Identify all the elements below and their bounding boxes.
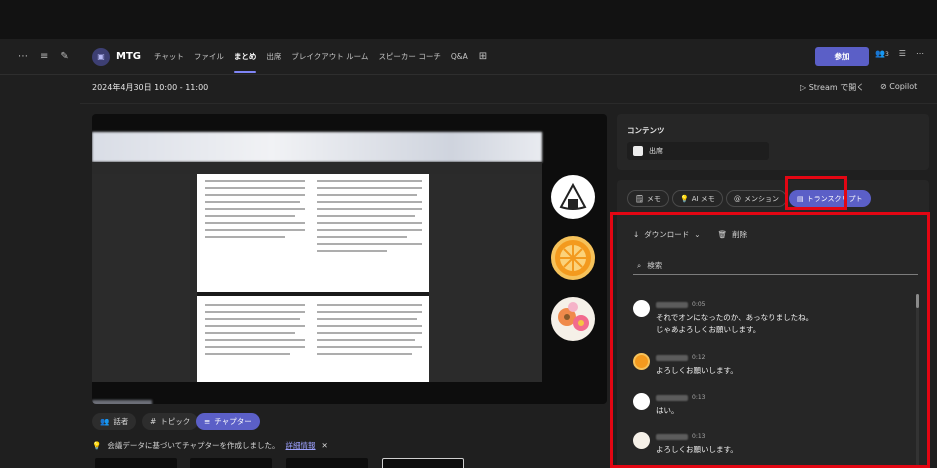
blurred-window-bar xyxy=(92,132,542,162)
highlight-box xyxy=(785,176,847,210)
copilot-icon: ⊘ xyxy=(880,82,890,91)
stream-open-link[interactable]: ▷ Stream で開く xyxy=(800,82,864,93)
content-panel: コンテンツ 出席 xyxy=(617,114,929,170)
content-title: コンテンツ xyxy=(627,126,665,135)
shared-screen xyxy=(92,132,542,404)
copilot-button[interactable]: ⊘ Copilot xyxy=(880,82,917,91)
lightbulb-icon: 💡 xyxy=(680,194,689,203)
chapter-thumbnail[interactable] xyxy=(95,458,177,468)
recording-player[interactable] xyxy=(92,114,607,404)
highlight-box xyxy=(610,212,930,468)
lightbulb-icon: 💡 xyxy=(92,441,102,450)
pdf-margin-right xyxy=(429,174,542,382)
attendance-file[interactable]: 出席 xyxy=(627,142,769,160)
at-icon: @ xyxy=(734,194,741,203)
participant-count: 3 xyxy=(884,51,889,58)
participant-avatar xyxy=(551,297,595,341)
document-icon xyxy=(633,146,643,156)
ellipsis-icon[interactable]: ⋯ xyxy=(916,49,924,58)
tab-breakout-rooms[interactable]: ブレイクアウト ルーム xyxy=(286,39,373,75)
stream-icon: ▷ xyxy=(800,83,809,92)
tab-chat[interactable]: チャット xyxy=(149,39,189,75)
participant-avatar xyxy=(551,236,595,280)
blurred-caption xyxy=(92,400,152,404)
tab-notes[interactable]: 🗒 メモ xyxy=(627,190,669,207)
list-icon: ≡ xyxy=(204,417,211,426)
tab-qa[interactable]: Q&A xyxy=(446,39,473,75)
chapter-notice: 💡 会議データに基づいてチャプターを作成しました。 詳細情報 ✕ xyxy=(92,440,328,451)
join-button[interactable]: 参加 xyxy=(815,47,869,66)
chip-topics[interactable]: # トピック xyxy=(142,413,199,430)
document-page xyxy=(197,296,429,382)
filter-icon[interactable]: ≡ xyxy=(40,51,48,62)
participant-avatar xyxy=(551,175,595,219)
list-icon[interactable]: ☰ xyxy=(899,49,906,58)
left-tools: ⋯ ≡ ✎ xyxy=(0,51,84,62)
meeting-title: MTG xyxy=(116,51,141,62)
close-icon[interactable]: ✕ xyxy=(322,441,328,450)
divider xyxy=(80,103,937,104)
meeting-tabs: チャット ファイル まとめ 出席 ブレイクアウト ルーム スピーカー コーチ Q… xyxy=(149,39,493,75)
header-actions: 👥3 ☰ ⋯ xyxy=(875,49,924,58)
chip-chapters[interactable]: ≡ チャプター xyxy=(196,413,260,430)
people-icon: 👥 xyxy=(100,417,110,426)
tab-recap[interactable]: まとめ xyxy=(229,39,262,75)
pdf-toolbar xyxy=(92,162,542,174)
pdf-margin-left xyxy=(92,174,197,382)
chapter-thumbnail[interactable] xyxy=(190,458,272,468)
chapter-thumbnail[interactable] xyxy=(286,458,368,468)
tab-files[interactable]: ファイル xyxy=(189,39,229,75)
note-icon: 🗒 xyxy=(635,194,644,203)
ellipsis-icon[interactable]: ⋯ xyxy=(18,51,28,62)
meeting-icon: ▣ xyxy=(92,47,110,66)
title-bar xyxy=(0,0,937,39)
learn-more-link[interactable]: 詳細情報 xyxy=(286,440,316,451)
tab-ai-notes[interactable]: 💡 AI メモ xyxy=(672,190,723,207)
compose-icon[interactable]: ✎ xyxy=(60,51,68,62)
meeting-header: ⋯ ≡ ✎ ▣ MTG チャット ファイル まとめ 出席 ブレイクアウト ルーム… xyxy=(0,39,937,75)
people-icon[interactable]: 👥3 xyxy=(875,49,889,58)
tab-mentions[interactable]: @ メンション xyxy=(726,190,787,207)
chapter-thumbnail[interactable] xyxy=(382,458,464,468)
chip-speakers[interactable]: 👥 話者 xyxy=(92,413,137,430)
meeting-date: 2024年4月30日 10:00 - 11:00 xyxy=(92,83,209,92)
tab-attendance[interactable]: 出席 xyxy=(261,39,286,75)
add-tab-icon[interactable]: ⊞ xyxy=(473,51,493,62)
document-page xyxy=(197,174,429,292)
tab-speaker-coach[interactable]: スピーカー コーチ xyxy=(373,39,445,75)
hash-icon: # xyxy=(150,417,157,426)
